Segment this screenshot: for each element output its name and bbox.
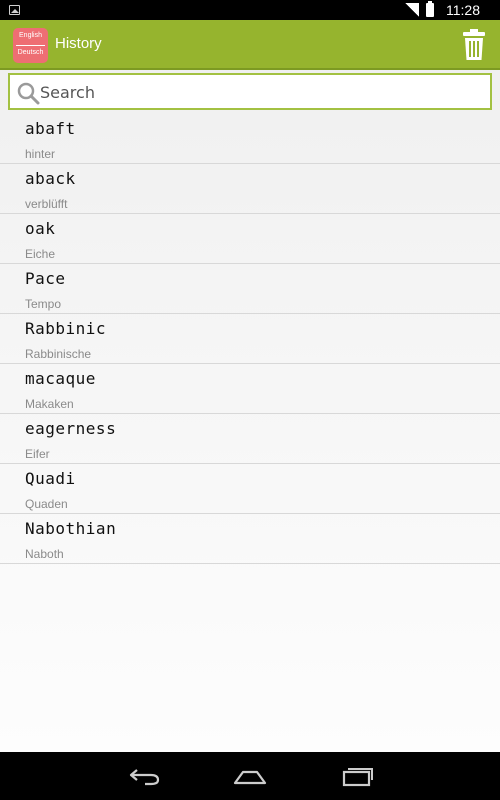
entry-translation: Quaden (25, 497, 68, 511)
list-item[interactable]: macaque Makaken (0, 364, 500, 414)
battery-icon (426, 1, 434, 17)
entry-word: oak (25, 219, 56, 238)
image-notification-icon (9, 5, 20, 15)
entry-word: Pace (25, 269, 66, 288)
entry-translation: hinter (25, 147, 56, 161)
history-content: abaft hinter aback verblüfft oak Eiche P… (0, 70, 500, 752)
list-item[interactable]: Nabothian Naboth (0, 514, 500, 564)
wifi-icon (405, 3, 419, 17)
entry-word: Rabbinic (25, 319, 107, 338)
page-title: History (55, 35, 102, 52)
home-button[interactable] (232, 764, 268, 788)
action-bar: English Deutsch History (0, 20, 500, 70)
entry-word: eagerness (25, 419, 117, 438)
recent-apps-icon (342, 768, 373, 787)
entry-translation: Rabbinische (25, 347, 92, 361)
list-item[interactable]: Rabbinic Rabbinische (0, 314, 500, 364)
list-item[interactable]: Quadi Quaden (0, 464, 500, 514)
entry-translation: Tempo (25, 297, 62, 311)
clear-history-button[interactable] (460, 28, 488, 62)
recent-apps-button[interactable] (339, 764, 375, 788)
list-item[interactable]: eagerness Eifer (0, 414, 500, 464)
back-button[interactable] (127, 764, 163, 788)
search-box[interactable] (8, 73, 492, 110)
entry-word: macaque (25, 369, 96, 388)
logo-divider (16, 45, 45, 46)
list-item[interactable]: oak Eiche (0, 214, 500, 264)
entry-translation: Naboth (25, 547, 64, 561)
logo-top-text: English (19, 32, 42, 39)
entry-word: Nabothian (25, 519, 117, 538)
entry-word: Quadi (25, 469, 76, 488)
home-icon (233, 770, 267, 785)
back-icon (129, 769, 160, 786)
history-list: abaft hinter aback verblüfft oak Eiche P… (0, 114, 500, 564)
entry-translation: verblüfft (25, 197, 68, 211)
entry-translation: Eifer (25, 447, 50, 461)
trash-icon (463, 29, 485, 60)
search-icon (17, 82, 40, 105)
entry-translation: Eiche (25, 247, 56, 261)
status-bar: 11:28 (0, 0, 500, 20)
entry-word: abaft (25, 119, 76, 138)
list-item[interactable]: Pace Tempo (0, 264, 500, 314)
status-time: 11:28 (446, 2, 480, 18)
app-logo[interactable]: English Deutsch (13, 28, 48, 63)
entry-word: aback (25, 169, 76, 188)
logo-bottom-text: Deutsch (17, 49, 44, 56)
search-input[interactable] (40, 79, 480, 105)
list-item[interactable]: aback verblüfft (0, 164, 500, 214)
list-item[interactable]: abaft hinter (0, 114, 500, 164)
entry-translation: Makaken (25, 397, 74, 411)
navigation-bar (0, 752, 500, 800)
